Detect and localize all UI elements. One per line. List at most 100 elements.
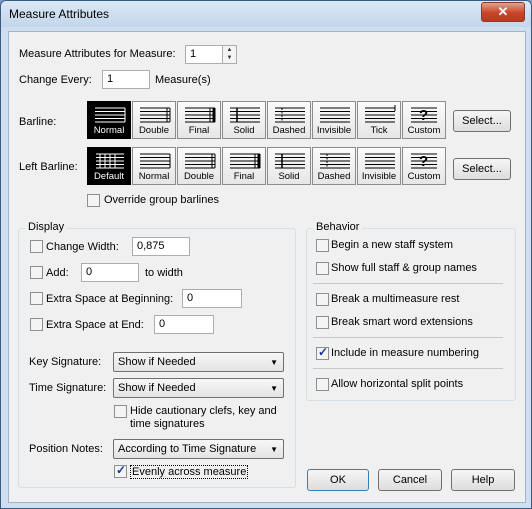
barline-option-label: Invisible [361, 171, 397, 182]
barline-option-normal[interactable]: Normal [87, 101, 131, 139]
extra-space-end-checkbox[interactable] [30, 318, 43, 331]
barline-option-label: Normal [93, 125, 125, 136]
change-width-checkbox[interactable] [30, 240, 43, 253]
barline-option-label: Custom [407, 171, 441, 182]
dropdown-arrow-icon: ▼ [270, 445, 278, 454]
dialog-body: Measure Attributes for Measure: 1 ▲ ▼ Ch… [8, 31, 526, 503]
extra-space-beginning-field[interactable]: 0 [182, 289, 242, 308]
barline-option-label: Double [183, 171, 215, 182]
break-word-extensions-label: Break smart word extensions [331, 316, 473, 328]
barline-option-dashed[interactable]: Dashed [267, 101, 311, 139]
allow-split-points-checkbox[interactable] [316, 378, 329, 391]
hide-cautionary-checkbox[interactable] [114, 405, 127, 418]
left-barline-option-invisible[interactable]: Invisible [357, 147, 401, 185]
behavior-divider [313, 337, 503, 338]
measure-attributes-dialog: Measure Attributes ✕ Measure Attributes … [0, 0, 532, 509]
barline-option-label: Dashed [272, 125, 306, 136]
barline-option-custom[interactable]: ? Custom [402, 101, 446, 139]
close-icon[interactable]: ✕ [498, 4, 509, 19]
time-signature-select[interactable]: Show if Needed ▼ [113, 378, 284, 398]
behavior-divider [313, 283, 503, 284]
change-every-field[interactable]: 1 [102, 70, 150, 89]
include-numbering-label: Include in measure numbering [331, 347, 479, 359]
barline-option-label: Solid [233, 125, 255, 136]
left-barline-option-normal[interactable]: Normal [132, 147, 176, 185]
left-barline-option-dashed[interactable]: Dashed [312, 147, 356, 185]
begin-new-staff-system-label: Begin a new staff system [331, 239, 454, 251]
barline-option-label: Custom [407, 125, 441, 136]
hide-cautionary-label-line2: time signatures [130, 418, 205, 430]
break-multimeasure-rest-label: Break a multimeasure rest [331, 293, 460, 305]
barline-option-label: Default [93, 171, 125, 182]
ok-button[interactable]: OK [307, 469, 369, 491]
break-multimeasure-rest-checkbox[interactable] [316, 293, 329, 306]
behavior-group-title: Behavior [313, 221, 363, 233]
left-barline-option-double[interactable]: Double [177, 147, 221, 185]
spin-down-icon[interactable]: ▼ [223, 54, 236, 62]
barline-option-final[interactable]: Final [177, 101, 221, 139]
hide-cautionary-label-line1: Hide cautionary clefs, key and [130, 405, 277, 417]
left-barline-label: Left Barline: [19, 161, 78, 173]
left-barline-option-default[interactable]: Default [87, 147, 131, 185]
barline-option-invisible[interactable]: Invisible [312, 101, 356, 139]
left-barline-select-button[interactable]: Select... [453, 158, 511, 180]
close-button[interactable]: ✕ [481, 2, 525, 22]
key-signature-select[interactable]: Show if Needed ▼ [113, 352, 284, 372]
change-width-label: Change Width: [46, 241, 119, 253]
barline-option-solid[interactable]: Solid [222, 101, 266, 139]
change-every-label: Change Every: [19, 74, 92, 86]
show-full-names-label: Show full staff & group names [331, 262, 477, 274]
barline-option-label: Final [233, 171, 255, 182]
barline-option-label: Tick [370, 125, 388, 136]
barline-option-label: Normal [138, 171, 170, 182]
behavior-group [306, 228, 516, 401]
evenly-across-label: Evenly across measure [130, 465, 249, 479]
position-notes-value: According to Time Signature [118, 443, 257, 455]
change-every-unit: Measure(s) [155, 74, 211, 86]
dropdown-arrow-icon: ▼ [270, 384, 278, 393]
left-barline-option-final[interactable]: Final [222, 147, 266, 185]
barline-option-label: Invisible [316, 125, 352, 136]
barline-option-double[interactable]: Double [132, 101, 176, 139]
show-full-names-checkbox[interactable] [316, 262, 329, 275]
help-button[interactable]: Help [451, 469, 515, 491]
title-bar: Measure Attributes ✕ [1, 1, 531, 27]
cancel-button[interactable]: Cancel [378, 469, 442, 491]
add-checkbox[interactable] [30, 266, 43, 279]
break-word-extensions-checkbox[interactable] [316, 316, 329, 329]
begin-new-staff-system-checkbox[interactable] [316, 239, 329, 252]
display-group-title: Display [25, 221, 68, 233]
barline-option-label: Dashed [317, 171, 351, 182]
barline-option-tick[interactable]: Tick [357, 101, 401, 139]
key-signature-value: Show if Needed [118, 356, 196, 368]
behavior-divider [313, 368, 503, 369]
extra-space-end-field[interactable]: 0 [154, 315, 214, 334]
position-notes-label: Position Notes: [29, 443, 103, 455]
measure-number-spinner[interactable]: ▲ ▼ [222, 45, 237, 64]
allow-split-points-label: Allow horizontal split points [331, 378, 464, 390]
barline-option-label: Solid [278, 171, 300, 182]
add-label: Add: [46, 267, 69, 279]
change-width-field[interactable]: 0,875 [132, 237, 190, 256]
barline-select-button[interactable]: Select... [453, 110, 511, 132]
extra-space-end-label: Extra Space at End: [46, 319, 144, 331]
add-field[interactable]: 0 [81, 263, 139, 282]
time-signature-value: Show if Needed [118, 382, 196, 394]
window-title: Measure Attributes [9, 7, 110, 21]
extra-space-beginning-checkbox[interactable] [30, 292, 43, 305]
measure-number-field[interactable]: 1 [185, 45, 223, 64]
override-group-barlines-checkbox[interactable] [87, 194, 100, 207]
measure-for-label: Measure Attributes for Measure: [19, 48, 176, 60]
spin-up-icon[interactable]: ▲ [223, 46, 236, 54]
key-signature-label: Key Signature: [29, 356, 102, 368]
time-signature-label: Time Signature: [29, 382, 107, 394]
position-notes-select[interactable]: According to Time Signature ▼ [113, 439, 284, 459]
barline-label: Barline: [19, 116, 57, 128]
evenly-across-checkbox[interactable] [114, 463, 127, 478]
override-group-barlines-label: Override group barlines [104, 194, 219, 206]
left-barline-option-solid[interactable]: Solid [267, 147, 311, 185]
barline-option-label: Double [138, 125, 170, 136]
include-numbering-checkbox[interactable] [316, 345, 329, 360]
left-barline-option-custom[interactable]: ? Custom [402, 147, 446, 185]
dropdown-arrow-icon: ▼ [270, 358, 278, 367]
